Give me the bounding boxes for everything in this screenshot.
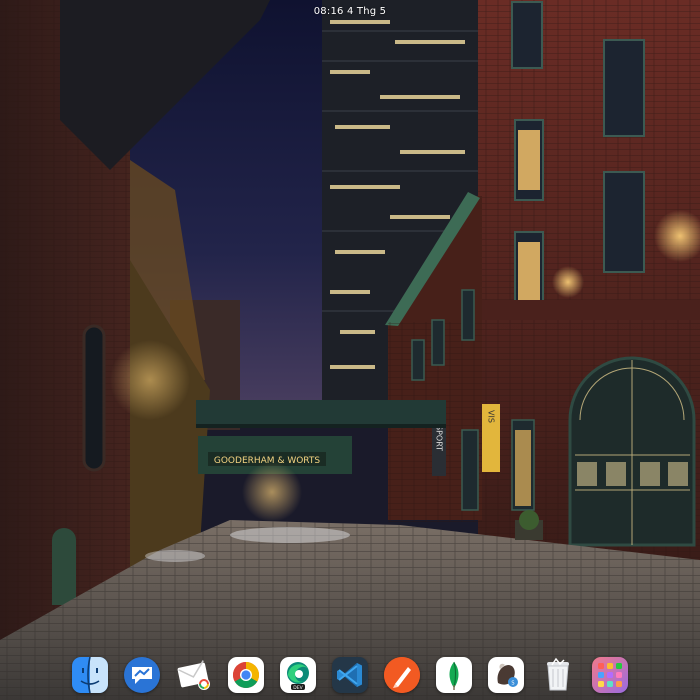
paw-icon [384, 657, 420, 693]
dock-item-mail[interactable] [176, 657, 212, 693]
mail-icon [177, 660, 210, 690]
mongodb-compass-icon [449, 661, 459, 690]
clock[interactable]: 08:16 4 Thg 5 [314, 6, 386, 17]
menu-bar: 08:16 4 Thg 5 [0, 0, 700, 22]
dock-item-mongodb[interactable] [436, 657, 472, 693]
dock-item-launchpad[interactable] [592, 657, 628, 693]
vis-banner: VIS [487, 410, 496, 423]
sport-banner: SPORT [435, 425, 444, 451]
dock-item-finder[interactable] [72, 657, 108, 693]
vscode-icon [337, 663, 362, 687]
finder-icon [72, 657, 108, 693]
dock-item-chrome[interactable] [228, 657, 264, 693]
dock: DEV S [72, 652, 628, 698]
trash-icon [547, 657, 569, 691]
dock-item-messages[interactable] [124, 657, 160, 693]
chrome-icon [232, 662, 260, 689]
sequel-pro-icon: S [497, 663, 518, 687]
launchpad-icon [598, 663, 622, 687]
edge-dev-icon: DEV [287, 662, 309, 691]
dock-item-sequel-pro[interactable]: S [488, 657, 524, 693]
messages-icon [124, 657, 160, 693]
svg-text:DEV: DEV [293, 685, 303, 691]
dock-item-paw[interactable] [384, 657, 420, 693]
svg-text:S: S [511, 681, 514, 687]
dock-item-trash[interactable] [540, 657, 576, 693]
dock-item-edge-dev[interactable]: DEV [280, 657, 316, 693]
desktop-wallpaper: SPORT VIS GOODERHAM & WORTS [0, 0, 700, 700]
dock-item-vscode[interactable] [332, 657, 368, 693]
